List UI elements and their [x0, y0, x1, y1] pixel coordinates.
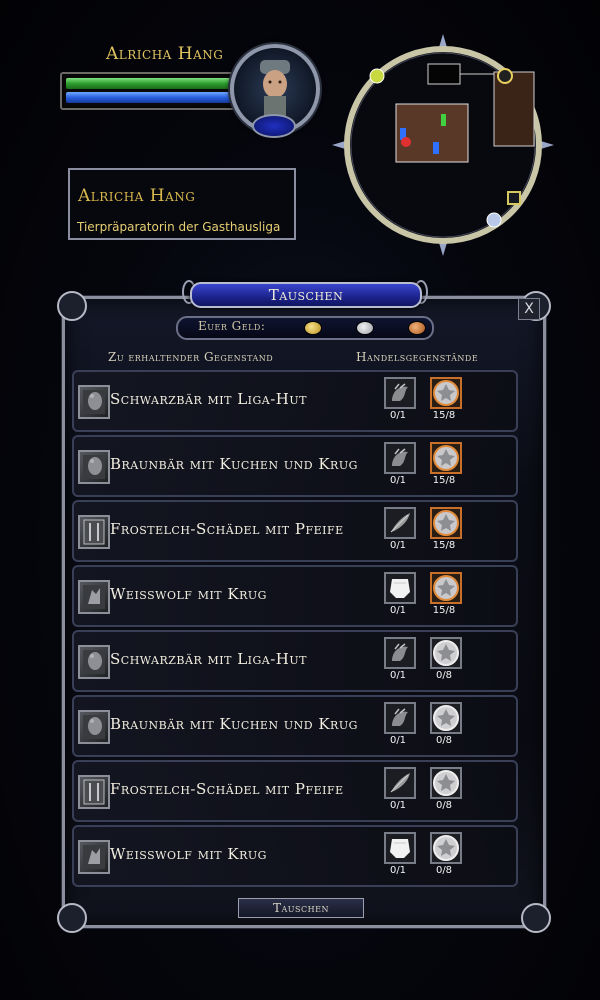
money-bar: Euer Geld:: [176, 316, 434, 340]
pelt-token-icon[interactable]: [384, 832, 416, 864]
trade-row-label: Frostelch-Schädel mit Pfeife: [110, 780, 344, 798]
zoom-icon[interactable]: [486, 212, 502, 228]
trade-row[interactable]: Schwarzbär mit Liga-Hut 0/1 0/8: [72, 630, 518, 692]
silver-leaf-medallion-icon[interactable]: [430, 637, 462, 669]
trade-row-label: Braunbär mit Kuchen und Krug: [110, 715, 358, 733]
trade-item-count: 0/1: [389, 670, 407, 681]
trade-item-count: 0/1: [389, 540, 407, 551]
avatar: [260, 60, 290, 116]
elk-trophy-icon[interactable]: [78, 775, 110, 809]
paw-token-icon[interactable]: [384, 442, 416, 474]
trade-item-count: 0/1: [389, 865, 407, 876]
trade-row-label: Schwarzbär mit Liga-Hut: [110, 650, 307, 668]
level-plate: [252, 114, 296, 138]
column-header-receive: Zu erhaltender Gegenstand: [108, 350, 274, 364]
window-corner-ornament: [57, 291, 87, 321]
trade-row-label: Schwarzbär mit Liga-Hut: [110, 390, 307, 408]
paw-token-icon[interactable]: [384, 702, 416, 734]
trade-row-label: Frostelch-Schädel mit Pfeife: [110, 520, 344, 538]
money-label: Euer Geld:: [198, 319, 266, 333]
pelt-token-icon[interactable]: [384, 572, 416, 604]
elk-trophy-icon[interactable]: [78, 515, 110, 549]
feather-token-icon[interactable]: [384, 767, 416, 799]
trade-row[interactable]: Weisswolf mit Krug 0/1 0/8: [72, 825, 518, 887]
trade-row[interactable]: Weisswolf mit Krug 0/1 15/8: [72, 565, 518, 627]
target-panel[interactable]: Alricha Hang Tierpräparatorin der Gastha…: [68, 168, 296, 240]
silver-leaf-medallion-icon[interactable]: [430, 702, 462, 734]
sun-icon[interactable]: [369, 68, 385, 84]
bear-trophy-icon[interactable]: [78, 645, 110, 679]
window-corner-ornament: [57, 903, 87, 933]
vitals-bars[interactable]: [60, 72, 244, 110]
trade-item-count: 0/8: [435, 670, 453, 681]
trade-item-count: 15/8: [432, 605, 456, 616]
target-title: Tierpräparatorin der Gasthausliga: [77, 220, 281, 234]
target-name: Alricha Hang: [78, 186, 196, 206]
trade-row[interactable]: Braunbär mit Kuchen und Krug 0/1 15/8: [72, 435, 518, 497]
close-button[interactable]: X: [518, 298, 540, 320]
player-position-icon: [401, 137, 411, 147]
orange-leaf-medallion-icon[interactable]: [430, 442, 462, 474]
trade-row[interactable]: Braunbär mit Kuchen und Krug 0/1 0/8: [72, 695, 518, 757]
trade-item-count: 0/1: [389, 800, 407, 811]
bear-trophy-icon[interactable]: [78, 450, 110, 484]
orange-leaf-medallion-icon[interactable]: [430, 507, 462, 539]
trade-item-count: 0/8: [435, 800, 453, 811]
moon-icon[interactable]: [497, 68, 513, 84]
power-bar: [66, 92, 234, 103]
trade-item-count: 15/8: [432, 475, 456, 486]
trade-item-count: 0/1: [389, 410, 407, 421]
trade-item-count: 15/8: [432, 540, 456, 551]
trade-item-count: 15/8: [432, 410, 456, 421]
trade-row[interactable]: Frostelch-Schädel mit Pfeife 0/1 15/8: [72, 500, 518, 562]
copper-coin-icon: [408, 321, 426, 335]
trade-item-count: 0/1: [389, 735, 407, 746]
silver-leaf-medallion-icon[interactable]: [430, 832, 462, 864]
trade-row-label: Weisswolf mit Krug: [110, 585, 267, 603]
map-building: [493, 71, 535, 147]
silver-coin-icon: [356, 321, 374, 335]
window-title[interactable]: Tauschen: [190, 282, 422, 308]
silver-leaf-medallion-icon[interactable]: [430, 767, 462, 799]
map-room: [395, 103, 469, 163]
orange-leaf-medallion-icon[interactable]: [430, 377, 462, 409]
trade-row[interactable]: Frostelch-Schädel mit Pfeife 0/1 0/8: [72, 760, 518, 822]
map-marker-icon: [433, 142, 439, 154]
trade-item-count: 0/1: [389, 605, 407, 616]
paw-token-icon[interactable]: [384, 637, 416, 669]
trade-row-label: Braunbär mit Kuchen und Krug: [110, 455, 358, 473]
wolf-trophy-icon[interactable]: [78, 580, 110, 614]
trade-row-label: Weisswolf mit Krug: [110, 845, 267, 863]
paw-token-icon[interactable]: [384, 377, 416, 409]
column-header-trade-items: Handelsgegenstände: [356, 350, 479, 364]
minimap[interactable]: [332, 34, 554, 256]
trade-button[interactable]: Tauschen: [238, 898, 364, 918]
map-toggle-icon[interactable]: [507, 191, 521, 205]
bear-trophy-icon[interactable]: [78, 385, 110, 419]
trade-item-count: 0/8: [435, 735, 453, 746]
trade-item-count: 0/8: [435, 865, 453, 876]
orange-leaf-medallion-icon[interactable]: [430, 572, 462, 604]
trade-row[interactable]: Schwarzbär mit Liga-Hut 0/1 15/8: [72, 370, 518, 432]
map-building: [427, 63, 461, 85]
morale-bar: [66, 78, 234, 89]
window-corner-ornament: [521, 903, 551, 933]
wolf-trophy-icon[interactable]: [78, 840, 110, 874]
player-name: Alricha Hang: [106, 44, 224, 64]
trade-item-count: 0/1: [389, 475, 407, 486]
gold-coin-icon: [304, 321, 322, 335]
bear-trophy-icon[interactable]: [78, 710, 110, 744]
map-marker-icon: [441, 114, 446, 126]
feather-token-icon[interactable]: [384, 507, 416, 539]
